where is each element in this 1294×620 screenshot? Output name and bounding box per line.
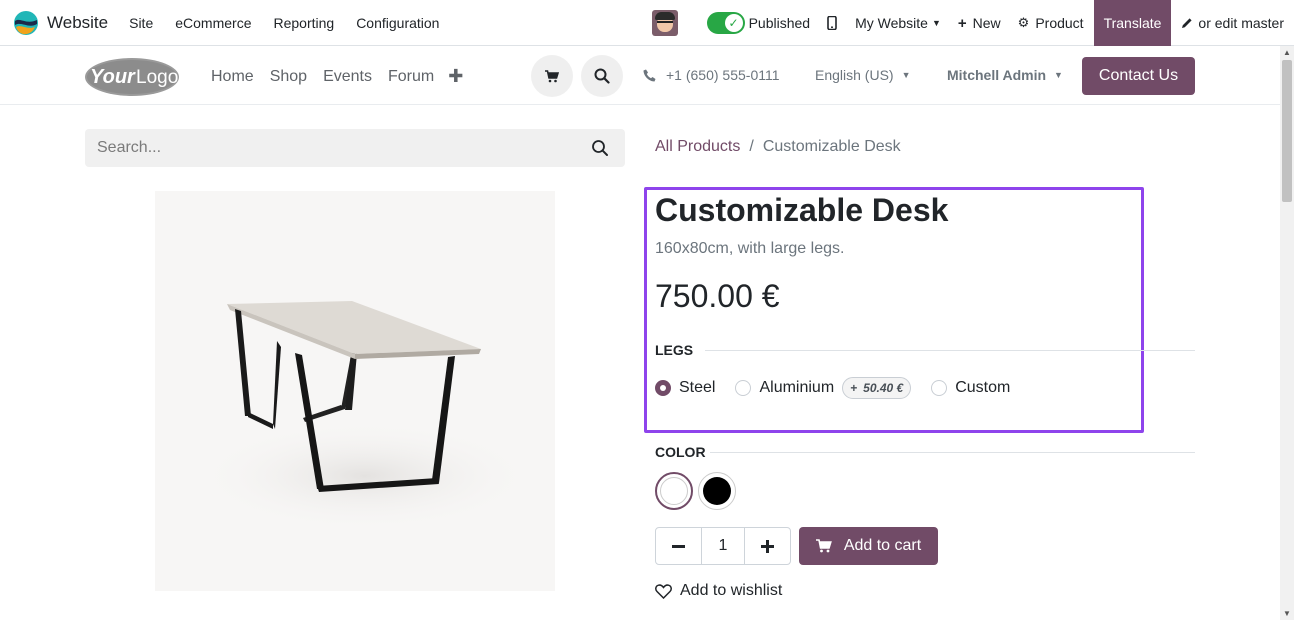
nav-forum[interactable]: Forum [388,68,434,86]
price-extra-value: 50.40 € [863,381,904,395]
scrollbar-thumb[interactable] [1282,60,1292,202]
wishlist-label: Add to wishlist [680,582,783,599]
breadcrumb-separator: / [749,138,754,155]
my-website-dropdown[interactable]: My Website ▼ [855,15,941,31]
published-label: Published [748,15,811,31]
color-swatch-black[interactable] [698,472,736,510]
published-toggle[interactable]: ✓ Published [706,12,811,34]
user-name: Mitchell Admin [947,67,1047,83]
price-extra-badge: + 50.40 € [842,377,912,399]
option-aluminium-label[interactable]: Aluminium [759,379,834,397]
caret-down-icon: ▼ [901,70,911,80]
app-title: Website [47,12,109,32]
plus-icon: + [957,14,967,32]
contact-us-button[interactable]: Contact Us [1082,57,1195,95]
pencil-icon [1182,18,1193,28]
scroll-up-icon[interactable]: ▲ [1283,48,1291,57]
add-menu-plus-icon[interactable]: ✚ [448,66,463,87]
product-image[interactable] [155,191,555,591]
phone-icon [643,69,656,81]
product-description: 160x80cm, with large legs. [655,240,845,257]
breadcrumb-all-products[interactable]: All Products [655,138,740,156]
menu-site[interactable]: Site [129,15,153,31]
site-logo[interactable]: Your Logo [84,57,180,97]
translate-button[interactable]: Translate [1093,0,1172,46]
add-to-wishlist-link[interactable]: Add to wishlist [655,582,782,600]
gear-icon: ⚙ [1017,15,1030,30]
increase-quantity-button[interactable] [745,528,790,564]
quantity-input[interactable]: 1 [701,528,745,564]
phone-number: +1 (650) 555-0111 [666,67,780,83]
cart-icon [545,69,559,82]
menu-reporting[interactable]: Reporting [273,15,334,31]
cart-button[interactable] [531,55,573,97]
mobile-preview-button[interactable] [827,16,837,30]
toggle-switch[interactable]: ✓ [706,12,745,34]
product-title: Customizable Desk [655,192,949,228]
radio-aluminium[interactable] [735,380,752,396]
caret-down-icon: ▼ [931,18,941,28]
nav-home[interactable]: Home [211,68,254,86]
nav-shop[interactable]: Shop [270,68,307,86]
new-button[interactable]: + New [958,15,1001,32]
product-label: Product [1035,15,1084,31]
admin-bar: Website Site eCommerce Reporting Configu… [0,0,1294,46]
color-swatch-white[interactable] [655,472,693,510]
language-selector[interactable]: English (US) ▼ [815,67,911,83]
legs-attribute-label: LEGS [655,342,694,358]
svg-text:Your: Your [90,66,136,88]
radio-custom[interactable] [931,380,948,396]
caret-down-icon: ▼ [1054,70,1063,80]
quantity-stepper: 1 [655,527,791,565]
price-extra-prefix: + [850,381,858,395]
edit-master-button[interactable]: or edit master [1181,15,1284,31]
cart-icon [815,539,832,553]
user-menu[interactable]: Mitchell Admin ▼ [947,67,1063,83]
language-label: English (US) [815,67,894,83]
edit-master-label: or edit master [1198,15,1284,31]
radio-steel[interactable] [655,380,671,396]
product-settings-button[interactable]: ⚙ Product [1018,15,1084,31]
option-custom-label[interactable]: Custom [955,379,1010,397]
user-avatar[interactable] [651,10,678,36]
nav-events[interactable]: Events [323,68,372,86]
search-icon[interactable] [591,139,609,157]
minus-icon [672,544,685,548]
color-attribute-label: COLOR [655,444,706,460]
plus-icon [761,539,774,553]
my-website-label: My Website [855,15,928,31]
phone-link[interactable]: +1 (650) 555-0111 [643,67,780,83]
color-divider [710,452,1195,453]
menu-configuration[interactable]: Configuration [356,15,439,31]
legs-options: Steel Aluminium + 50.40 € Custom [655,377,1030,399]
contact-us-label: Contact Us [1098,67,1179,84]
header-search-button[interactable] [581,55,623,97]
legs-divider [705,350,1195,351]
mobile-icon [827,16,837,30]
menu-ecommerce[interactable]: eCommerce [175,15,251,31]
search-icon [594,68,610,84]
breadcrumb-current: Customizable Desk [762,138,901,155]
scroll-down-icon[interactable]: ▼ [1283,609,1291,618]
option-steel-label[interactable]: Steel [679,379,715,397]
breadcrumb: All Products / Customizable Desk [655,138,901,156]
add-to-cart-button[interactable]: Add to cart [799,527,938,565]
website-app-brand[interactable]: Website [13,10,129,36]
add-to-cart-label: Add to cart [843,537,922,554]
site-header: Your Logo Home Shop Events Forum ✚ +1 (6… [0,46,1280,105]
website-app-icon [14,10,38,35]
svg-text:Logo: Logo [136,67,178,88]
new-label: New [972,15,1001,31]
check-icon: ✓ [724,14,743,32]
translate-label: Translate [1103,15,1162,31]
decrease-quantity-button[interactable] [656,528,701,564]
heart-icon [655,583,672,599]
main-nav: Home Shop Events Forum ✚ [211,66,463,87]
product-search-box [85,129,625,167]
product-price: 750.00 € [655,278,780,314]
search-input[interactable] [97,139,577,157]
page-scrollbar[interactable]: ▲ ▼ [1280,46,1294,620]
